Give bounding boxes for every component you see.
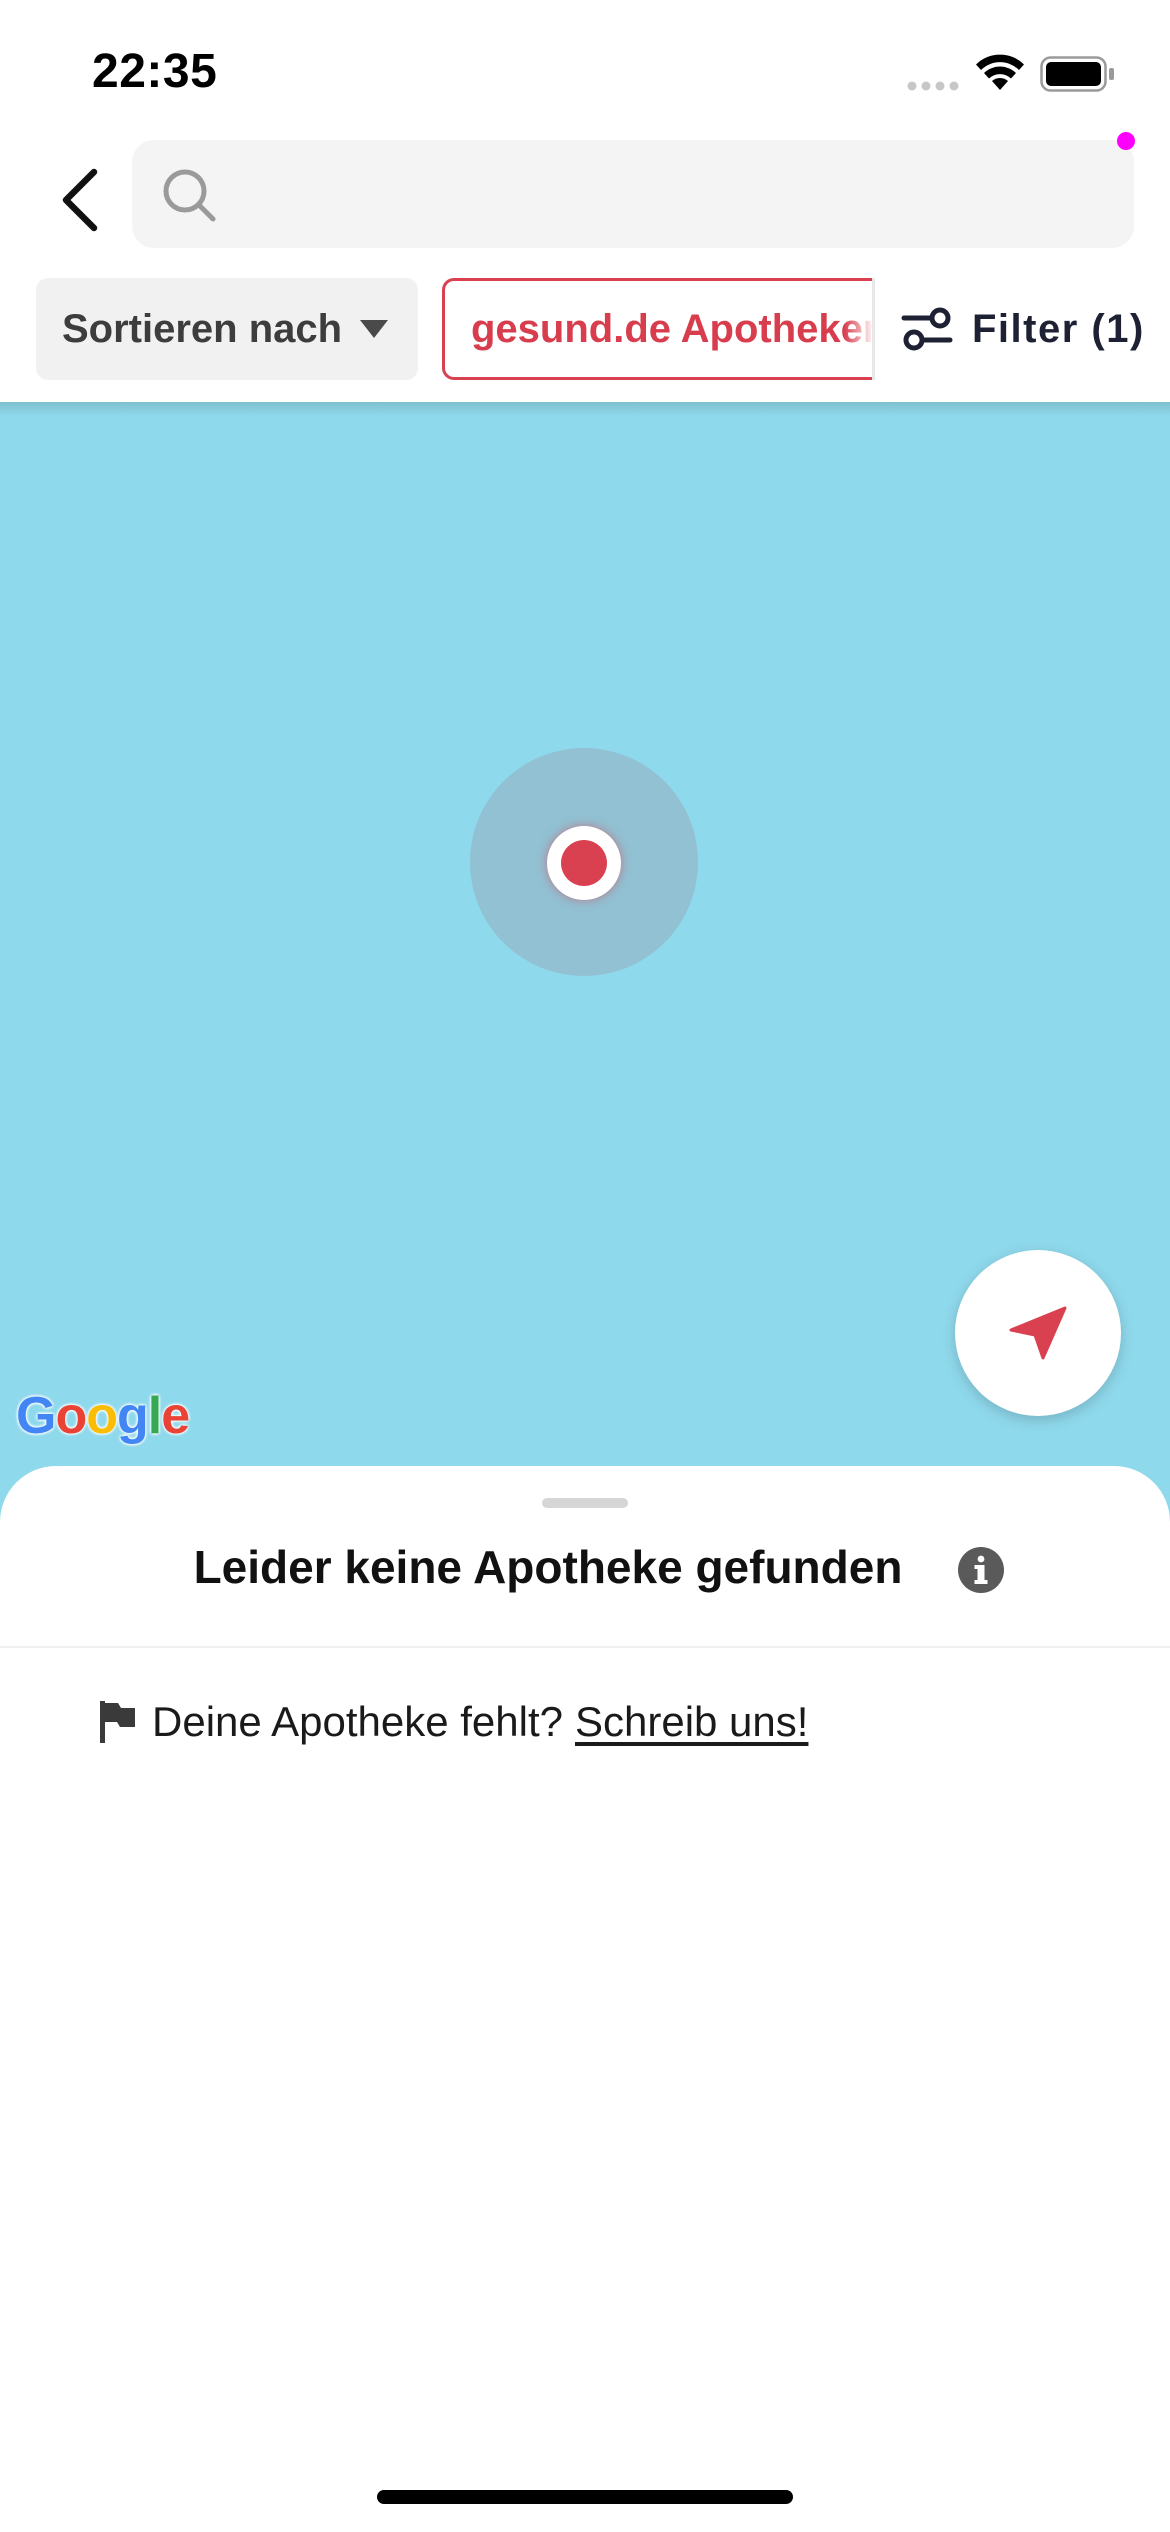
sheet-drag-handle[interactable] bbox=[542, 1498, 628, 1508]
home-indicator[interactable] bbox=[377, 2490, 793, 2504]
sort-label: Sortieren nach bbox=[62, 306, 343, 351]
sort-button[interactable]: Sortieren nach bbox=[36, 278, 418, 380]
search-icon bbox=[163, 169, 216, 222]
filter-label: Filter (1) bbox=[972, 306, 1145, 351]
wifi-icon bbox=[976, 54, 1024, 90]
chevron-left-icon bbox=[62, 168, 98, 232]
chip-gesund-apotheken[interactable]: gesund.de Apotheken bbox=[442, 278, 874, 380]
search-input[interactable] bbox=[232, 140, 1112, 248]
user-location-marker[interactable] bbox=[547, 826, 621, 900]
signal-dots-icon bbox=[907, 81, 959, 91]
missing-pharmacy-row: Deine Apotheke fehlt? Schreib uns! bbox=[98, 1698, 808, 1746]
status-bar: 22:35 bbox=[0, 0, 1170, 140]
navigation-arrow-icon bbox=[1009, 1306, 1067, 1360]
filter-row: Sortieren nach gesund.de Apotheken Filte… bbox=[0, 270, 1170, 402]
flag-icon bbox=[100, 1701, 135, 1743]
sheet-divider bbox=[0, 1646, 1170, 1648]
filter-button[interactable]: Filter (1) bbox=[900, 278, 1162, 380]
search-bar[interactable] bbox=[132, 140, 1134, 248]
battery-icon bbox=[1040, 56, 1114, 92]
status-time: 22:35 bbox=[92, 45, 218, 98]
info-icon[interactable] bbox=[957, 1546, 1005, 1594]
chip-divider bbox=[872, 278, 875, 380]
missing-pharmacy-text: Deine Apotheke fehlt? bbox=[152, 1698, 563, 1745]
sheet-title: Leider keine Apotheke gefunden bbox=[193, 1541, 903, 1593]
screen: 22:35 Sortieren nach gesund.de Apotheken… bbox=[0, 0, 1170, 2532]
notification-dot bbox=[1117, 132, 1135, 150]
user-location-dot bbox=[561, 840, 607, 886]
bottom-sheet[interactable]: Leider keine Apotheke gefunden Deine Apo… bbox=[0, 1466, 1170, 2532]
chip-label: gesund.de Apotheken bbox=[471, 306, 874, 351]
chip-fade bbox=[844, 281, 874, 377]
back-button[interactable] bbox=[30, 150, 130, 250]
sliders-icon bbox=[901, 307, 953, 351]
map-top-shadow bbox=[0, 402, 1170, 416]
contact-us-link[interactable]: Schreib uns! bbox=[575, 1698, 808, 1746]
locate-me-button[interactable] bbox=[955, 1250, 1121, 1416]
caret-down-icon bbox=[360, 320, 388, 338]
google-logo: Google bbox=[16, 1387, 190, 1445]
